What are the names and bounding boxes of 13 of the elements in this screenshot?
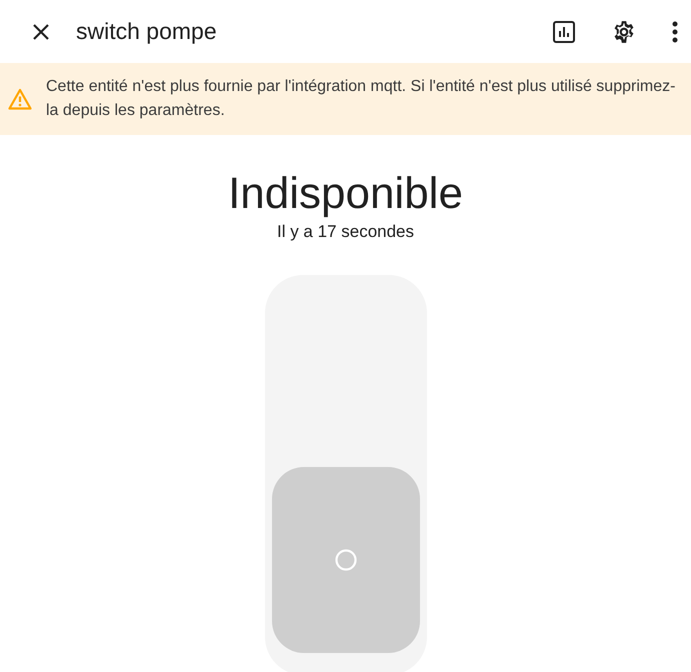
more-button[interactable] <box>671 18 679 44</box>
bar-chart-icon <box>552 20 576 44</box>
state-label: Indisponible <box>227 168 464 220</box>
switch-thumb[interactable] <box>272 467 420 653</box>
power-off-icon <box>334 548 358 572</box>
history-button[interactable] <box>551 18 577 44</box>
warning-text: Cette entité n'est plus fournie par l'intégration mqtt. Si l'entité n'est plus utilisé supprimez-la depuis les paramètres. <box>46 77 676 121</box>
toggle-switch[interactable] <box>264 275 426 672</box>
warning-icon <box>8 88 32 110</box>
last-changed-text: Il y a 17 secondes <box>276 222 416 242</box>
close-icon <box>32 22 50 40</box>
dialog-title: switch pompe <box>76 18 217 45</box>
more-icon <box>672 20 678 42</box>
